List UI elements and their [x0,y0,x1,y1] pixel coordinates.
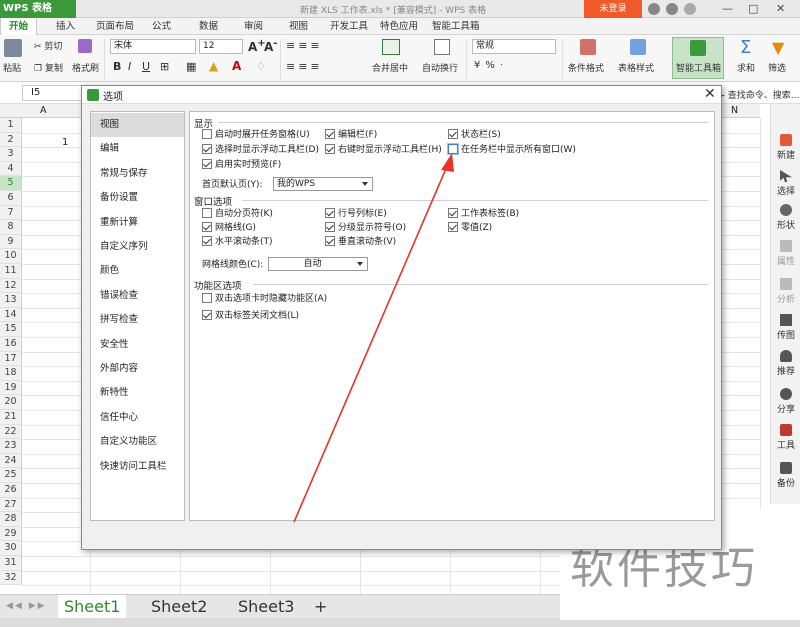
arrow-head [441,153,454,172]
annotation-arrow [293,153,454,523]
arrow-shaft [293,163,449,523]
